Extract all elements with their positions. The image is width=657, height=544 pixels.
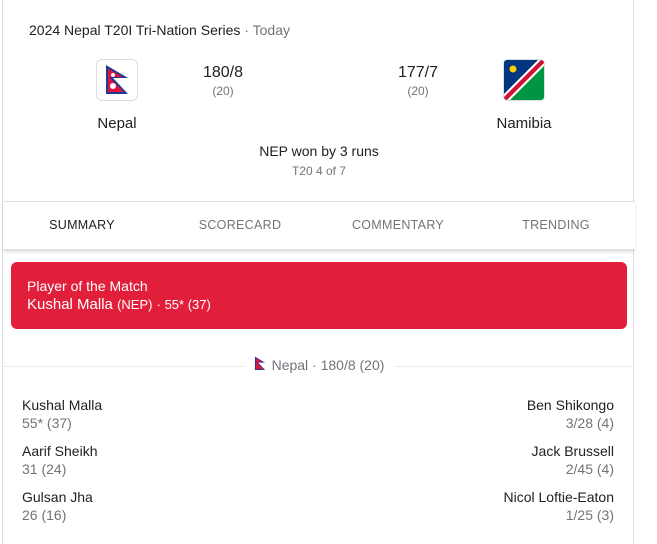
tab-summary[interactable]: SUMMARY <box>3 202 161 249</box>
bowler-row[interactable]: Nicol Loftie-Eaton 1/25 (3) <box>503 489 614 535</box>
potm-stat: · 55* (37) <box>156 297 211 312</box>
potm-team: (NEP) <box>117 297 153 312</box>
batter-row[interactable]: Aarif Sheikh 31 (24) <box>22 443 102 489</box>
batter-stat: 55* (37) <box>22 415 72 431</box>
namibia-overs: (20) <box>407 84 429 98</box>
top-bowlers: Ben Shikongo 3/28 (4) Jack Brussell 2/45… <box>503 397 614 535</box>
top-batters: Kushal Malla 55* (37) Aarif Sheikh 31 (2… <box>22 397 102 535</box>
namibia-flag-icon[interactable] <box>503 59 545 101</box>
bowler-name: Ben Shikongo <box>526 397 614 413</box>
batter-name: Kushal Malla <box>22 397 103 413</box>
player-of-the-match-card[interactable]: Player of the Match Kushal Malla (NEP) ·… <box>11 262 627 329</box>
separator: · <box>244 22 249 38</box>
tab-scorecard[interactable]: SCORECARD <box>161 202 319 249</box>
batter-stat: 31 (24) <box>22 461 67 477</box>
match-number: T20 4 of 7 <box>291 164 347 178</box>
match-result: NEP won by 3 runs <box>259 143 379 159</box>
nepal-overs: (20) <box>212 84 234 98</box>
bowler-row[interactable]: Ben Shikongo 3/28 (4) <box>503 397 614 443</box>
namibia-score: 177/7 (20) <box>378 64 458 98</box>
batter-row[interactable]: Gulsan Jha 26 (16) <box>22 489 102 535</box>
match-card: 2024 Nepal T20I Tri-Nation Series · Toda… <box>2 0 635 544</box>
tab-bar: SUMMARY SCORECARD COMMENTARY TRENDING <box>3 201 635 250</box>
tab-trending[interactable]: TRENDING <box>477 202 635 249</box>
tab-commentary[interactable]: COMMENTARY <box>319 202 477 249</box>
namibia-team-name[interactable]: Namibia <box>464 115 584 132</box>
batter-name: Gulsan Jha <box>22 489 93 505</box>
series-title: 2024 Nepal T20I Tri-Nation Series <box>29 22 241 38</box>
nepal-flag-icon[interactable] <box>96 59 138 101</box>
batter-name: Aarif Sheikh <box>22 443 98 459</box>
nepal-score: 180/8 (20) <box>183 64 263 98</box>
innings-label: Nepal · 180/8 (20) <box>271 357 385 373</box>
innings-header: Nepal · 180/8 (20) <box>3 356 635 376</box>
bowler-stat: 1/25 (3) <box>565 507 614 523</box>
nepal-runs: 180/8 <box>202 64 244 81</box>
match-date: Today <box>252 22 290 38</box>
nepal-team-name[interactable]: Nepal <box>57 115 177 132</box>
bowler-name: Nicol Loftie-Eaton <box>503 489 614 505</box>
bowler-stat: 2/45 (4) <box>565 461 614 477</box>
nepal-mini-flag-icon <box>254 356 266 374</box>
bowler-row[interactable]: Jack Brussell 2/45 (4) <box>503 443 614 489</box>
bowler-name: Jack Brussell <box>531 443 614 459</box>
potm-player-name: Kushal Malla <box>27 296 113 313</box>
batter-stat: 26 (16) <box>22 507 67 523</box>
bowler-stat: 3/28 (4) <box>565 415 614 431</box>
batter-row[interactable]: Kushal Malla 55* (37) <box>22 397 102 443</box>
potm-title: Player of the Match <box>27 278 148 294</box>
series-header[interactable]: 2024 Nepal T20I Tri-Nation Series · Toda… <box>29 22 290 38</box>
namibia-runs: 177/7 <box>397 64 439 81</box>
